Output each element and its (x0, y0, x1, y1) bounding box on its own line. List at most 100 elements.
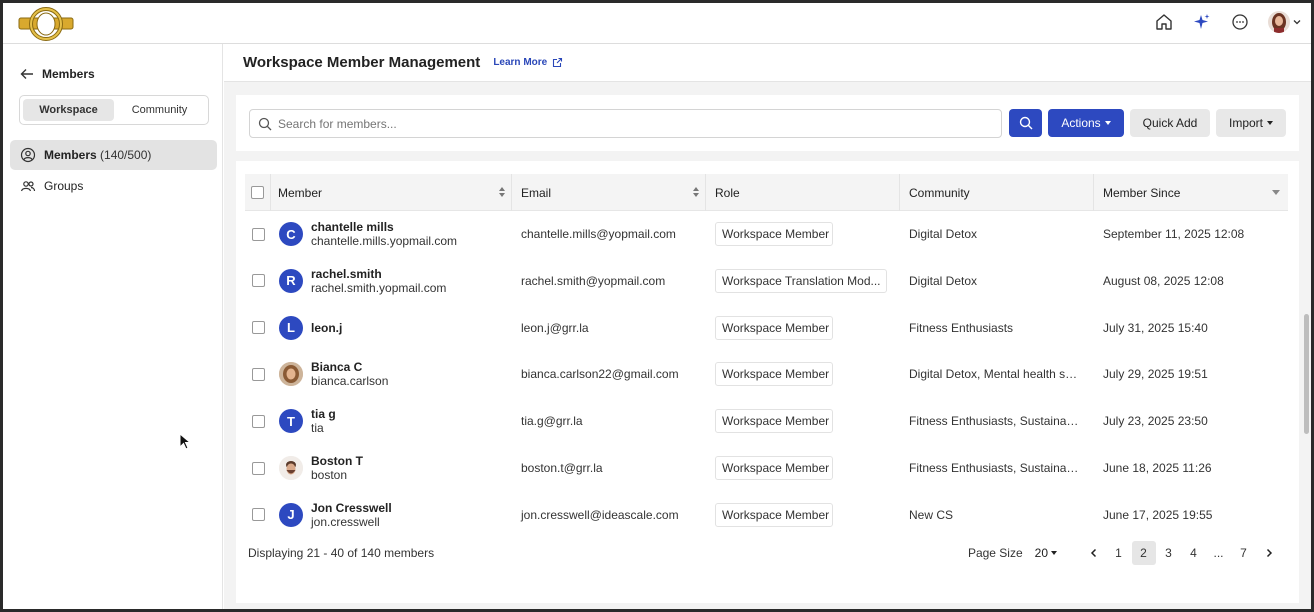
member-avatar (279, 362, 303, 387)
page-title: Workspace Member Management (243, 54, 481, 71)
member-cell[interactable]: Lleon.j (271, 305, 512, 351)
member-username: rachel.smith.yopmail.com (311, 280, 447, 295)
column-member-since[interactable]: Member Since (1094, 174, 1288, 211)
page-button-1[interactable]: 1 (1107, 541, 1131, 565)
segment-workspace[interactable]: Workspace (23, 99, 114, 121)
scrollbar[interactable] (1304, 314, 1309, 434)
learn-more-link[interactable]: Learn More (493, 57, 563, 68)
members-table-panel: Member Email Role Community Member Since (236, 161, 1299, 603)
pagination: Page Size 20 1 2 3 4... 7 (968, 540, 1281, 566)
member-name[interactable]: leon.j (311, 321, 342, 335)
member-cell[interactable]: Ttia g tia (271, 398, 512, 444)
table-row[interactable]: Lleon.j leon.j@grr.la Workspace Member Fitn… (245, 305, 1288, 351)
row-checkbox[interactable] (251, 367, 265, 381)
search-button[interactable] (1009, 109, 1042, 137)
member-name[interactable]: Bianca C (311, 360, 388, 374)
table-row[interactable]: Rrachel.smith rachel.smith.yopmail.com rac… (245, 258, 1288, 304)
member-cell[interactable]: Cchantelle mills chantelle.mills.yopmail.… (271, 211, 512, 257)
member-name[interactable]: Jon Cresswell (311, 501, 392, 515)
table-row[interactable]: Cchantelle mills chantelle.mills.yopmail.… (245, 211, 1288, 257)
member-since-cell: July 23, 2025 23:50 (1103, 414, 1208, 429)
column-label: Community (909, 185, 970, 200)
member-text: leon.j (311, 321, 342, 335)
member-cell[interactable]: Bianca Cbianca.carlson (271, 351, 512, 397)
member-name[interactable]: rachel.smith (311, 267, 446, 281)
role-cell: Workspace Translation Mod... (706, 258, 900, 304)
role-pill[interactable]: Workspace Member (715, 409, 833, 434)
home-icon[interactable] (1153, 11, 1175, 33)
role-cell: Workspace Member (706, 398, 900, 444)
column-community: Community (900, 174, 1094, 211)
member-since-cell: July 31, 2025 15:40 (1103, 320, 1208, 335)
table-footer: Displaying 21 - 40 of 140 members Page S… (248, 538, 1291, 568)
select-all-cell (245, 174, 271, 211)
back-to-members[interactable]: Members (20, 67, 95, 81)
member-name[interactable]: tia g (311, 407, 336, 421)
email-cell: boston.t@grr.la (521, 461, 603, 475)
member-cell[interactable]: Rrachel.smith rachel.smith.yopmail.com (271, 258, 512, 304)
email-cell: bianca.carlson22@gmail.com (521, 367, 679, 382)
table-row[interactable]: Ttia g tia tia.g@grr.la Workspace Member Fit… (245, 398, 1288, 444)
main-content: Workspace Member Management Learn More A… (224, 44, 1311, 609)
role-pill[interactable]: Workspace Member (715, 315, 833, 340)
role-pill[interactable]: Workspace Member (715, 456, 833, 480)
community-value: Fitness Enthusiasts, Sustainab... (909, 461, 1081, 475)
role-pill[interactable]: Workspace Member (715, 362, 833, 387)
column-role: Role (706, 174, 900, 211)
row-select-cell (245, 258, 271, 304)
sidebar-item-members[interactable]: Members (140/500) (10, 140, 217, 170)
member-text: tia g tia (311, 407, 336, 435)
column-email[interactable]: Email (512, 174, 706, 211)
community-value: Digital Detox (909, 273, 978, 288)
import-button[interactable]: Import (1216, 109, 1286, 137)
member-name[interactable]: Boston T (311, 454, 363, 468)
user-menu[interactable] (1267, 11, 1303, 33)
table-row[interactable]: J Jon Cresswell jon.cresswell jon.cresswell… (245, 492, 1288, 529)
page-button-3[interactable]: 3 (1157, 541, 1181, 565)
quick-add-button[interactable]: Quick Add (1130, 109, 1210, 137)
row-checkbox[interactable] (251, 227, 265, 241)
role-pill[interactable]: Workspace Member (715, 502, 833, 527)
segment-community[interactable]: Community (114, 99, 205, 121)
sort-icon (693, 187, 699, 197)
community-value: Fitness Enthusiasts, Sustainab... (909, 414, 1081, 429)
prev-page-button[interactable] (1082, 541, 1106, 565)
table-row[interactable]: Bianca Cbianca.carlson bianca.carlson22@g… (245, 351, 1288, 397)
select-all-checkbox[interactable] (251, 186, 264, 199)
member-cell[interactable]: Boston Tboston (271, 445, 512, 491)
community-cell: Digital Detox, Mental health su... (900, 351, 1094, 397)
ai-sparkle-icon[interactable] (1191, 11, 1213, 33)
member-username: chantelle.mills.yopmail.com (311, 234, 458, 248)
search-input[interactable] (278, 116, 978, 131)
page-button-7[interactable]: 7 (1232, 541, 1256, 565)
caret-down-icon (1104, 121, 1111, 125)
member-text: Boston Tboston (311, 454, 363, 482)
row-checkbox[interactable] (251, 321, 265, 335)
row-checkbox[interactable] (251, 461, 265, 475)
table-row[interactable]: Boston Tboston boston.t@grr.la Workspace M… (245, 445, 1288, 491)
email-cell: tia.g@grr.la (521, 414, 583, 429)
actions-button[interactable]: Actions (1048, 109, 1124, 137)
page-size-select[interactable]: 20 (1035, 546, 1057, 560)
chat-icon[interactable] (1229, 11, 1251, 33)
community-value: New CS (909, 507, 954, 522)
member-text: Jon Cresswell jon.cresswell (311, 501, 392, 529)
page-button-4[interactable]: 4 (1182, 541, 1206, 565)
member-cell[interactable]: J Jon Cresswell jon.cresswell (271, 492, 512, 529)
member-name[interactable]: chantelle mills (311, 220, 457, 234)
page-button-2[interactable]: 2 (1131, 541, 1156, 565)
role-pill[interactable]: Workspace Translation Mod... (715, 268, 887, 293)
role-pill[interactable]: Workspace Member (715, 222, 833, 246)
column-member[interactable]: Member (271, 174, 512, 211)
row-checkbox[interactable] (251, 414, 265, 428)
row-checkbox[interactable] (251, 274, 265, 288)
next-page-button[interactable] (1257, 541, 1281, 565)
users-icon (20, 181, 36, 192)
brand-logo[interactable] (17, 6, 75, 42)
search-box[interactable] (249, 109, 1002, 138)
community-cell: Fitness Enthusiasts (900, 305, 1094, 351)
community-cell: Fitness Enthusiasts, Sustainab... (900, 445, 1094, 491)
sidebar-item-groups[interactable]: Groups (10, 171, 217, 201)
row-checkbox[interactable] (251, 508, 265, 522)
actions-label: Actions (1061, 116, 1101, 130)
